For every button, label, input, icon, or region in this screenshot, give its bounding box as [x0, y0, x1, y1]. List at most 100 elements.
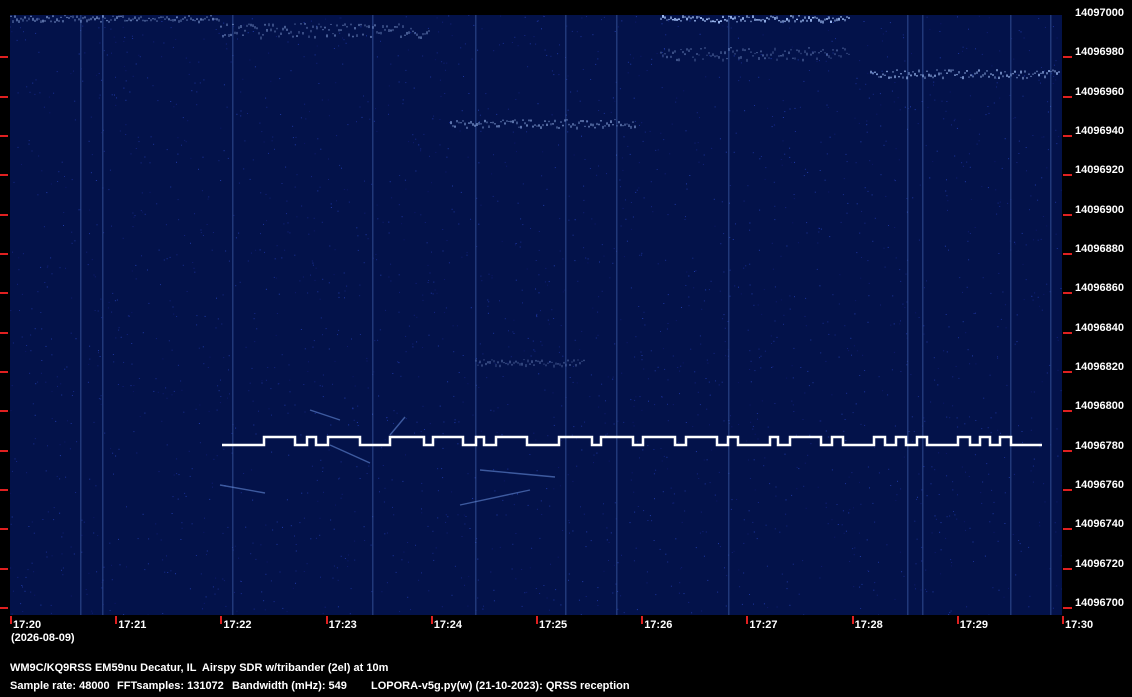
noise-speck: [347, 560, 349, 562]
signal-band: [894, 75, 896, 79]
noise-speck: [218, 32, 220, 34]
noise-speck: [14, 458, 16, 460]
signal-band: [554, 119, 556, 123]
signal-band: [479, 360, 481, 364]
noise-speck: [867, 321, 869, 323]
signal-band: [561, 364, 563, 368]
noise-speck: [207, 198, 209, 200]
noise-speck: [623, 612, 625, 614]
noise-speck: [97, 365, 99, 367]
signal-band: [168, 18, 170, 21]
signal-band: [495, 364, 497, 368]
noise-speck: [263, 600, 265, 602]
noise-speck: [364, 212, 366, 214]
signal-band: [608, 124, 610, 127]
noise-speck: [748, 459, 749, 461]
signal-band: [84, 16, 86, 19]
signal-band: [224, 33, 226, 36]
noise-speck: [946, 195, 948, 197]
noise-speck: [318, 83, 320, 84]
noise-speck: [581, 330, 583, 332]
noise-speck: [251, 18, 253, 20]
noise-speck: [582, 69, 584, 70]
noise-speck: [903, 575, 905, 577]
noise-speck: [204, 517, 205, 519]
noise-speck: [264, 251, 265, 253]
noise-speck: [181, 527, 183, 529]
noise-speck: [825, 60, 827, 62]
signal-band: [304, 23, 306, 25]
noise-speck: [441, 468, 443, 470]
noise-speck: [371, 183, 373, 185]
noise-speck: [634, 356, 636, 358]
signal-band: [972, 75, 974, 78]
noise-speck: [380, 274, 382, 276]
noise-speck: [991, 489, 993, 491]
noise-speck: [280, 114, 282, 115]
noise-speck: [258, 410, 259, 412]
noise-speck: [522, 302, 523, 304]
noise-speck: [759, 357, 760, 359]
noise-speck: [236, 610, 238, 612]
noise-speck: [62, 574, 64, 576]
noise-speck: [763, 603, 765, 605]
noise-speck: [340, 461, 342, 463]
noise-speck: [784, 453, 786, 455]
noise-speck: [390, 63, 392, 65]
noise-speck: [579, 100, 581, 102]
signal-band: [698, 16, 700, 18]
noise-speck: [894, 82, 896, 83]
signal-band: [533, 364, 535, 366]
noise-speck: [286, 499, 288, 501]
noise-speck: [287, 231, 289, 233]
noise-speck: [446, 62, 448, 64]
noise-speck: [71, 231, 73, 233]
noise-speck: [869, 160, 871, 162]
signal-band: [1042, 71, 1044, 74]
signal-band: [990, 73, 992, 75]
signal-band: [1006, 74, 1008, 77]
noise-speck: [733, 55, 735, 57]
noise-speck: [887, 246, 889, 248]
noise-speck: [613, 423, 615, 425]
bottom-tick: [851, 616, 854, 624]
noise-speck: [368, 465, 370, 467]
noise-speck: [90, 116, 92, 118]
noise-speck: [106, 54, 108, 56]
signal-band: [796, 18, 798, 21]
noise-speck: [708, 289, 710, 291]
noise-speck: [707, 579, 709, 581]
noise-speck: [541, 514, 543, 515]
noise-speck: [757, 418, 758, 420]
noise-speck: [283, 223, 285, 225]
noise-speck: [429, 272, 431, 274]
signal-band: [390, 29, 392, 32]
noise-speck: [1040, 82, 1041, 84]
noise-speck: [284, 404, 286, 406]
signal-band: [386, 25, 388, 28]
noise-speck: [447, 148, 449, 150]
noise-speck: [553, 416, 555, 418]
noise-speck: [223, 22, 225, 24]
noise-speck: [247, 113, 248, 114]
noise-speck: [848, 350, 850, 352]
noise-speck: [949, 515, 951, 517]
noise-speck: [834, 536, 836, 538]
noise-speck: [601, 19, 602, 21]
noise-speck: [329, 245, 331, 247]
noise-speck: [1000, 318, 1002, 320]
noise-speck: [41, 360, 43, 361]
noise-speck: [577, 280, 579, 282]
noise-speck: [350, 588, 352, 590]
noise-speck: [861, 583, 863, 585]
noise-speck: [897, 480, 898, 482]
noise-speck: [710, 280, 712, 282]
noise-speck: [482, 353, 484, 355]
noise-speck: [460, 47, 462, 49]
signal-band: [844, 48, 846, 51]
signal-band: [1012, 72, 1014, 75]
noise-speck: [71, 297, 73, 299]
noise-speck: [996, 86, 997, 88]
noise-speck: [191, 523, 193, 525]
noise-speck: [493, 154, 494, 156]
